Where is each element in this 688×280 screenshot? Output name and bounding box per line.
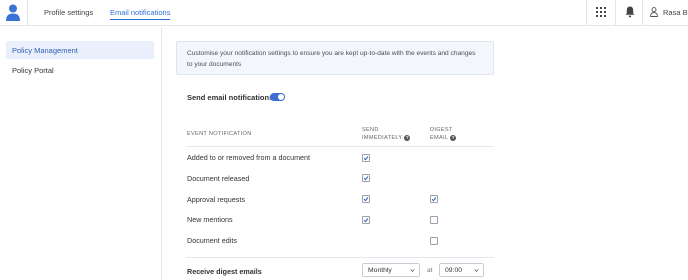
column-header-send-line1: SEND <box>362 127 379 133</box>
send-email-toggle[interactable] <box>270 93 285 101</box>
event-label: New mentions <box>187 215 233 225</box>
column-header-digest-line2: EMAIL <box>430 135 449 141</box>
column-header-send-line2: IMMEDIATELY <box>362 135 403 141</box>
digest-time-select[interactable]: 09:00 <box>439 263 484 277</box>
digest-checkbox[interactable] <box>430 236 438 245</box>
event-label: Added to or removed from a document <box>187 153 311 162</box>
digest-at-label: at <box>427 267 433 274</box>
column-header-event: EVENT NOTIFICATION <box>187 130 252 138</box>
check-icon <box>431 197 437 202</box>
send-immediately-checkbox[interactable] <box>362 195 370 204</box>
info-box: Customise your notification settings to … <box>176 41 494 75</box>
digest-frequency-select[interactable]: Monthly <box>362 263 420 277</box>
sidebar-item-label: Policy Management <box>12 46 78 55</box>
grid-icon[interactable] <box>596 7 606 17</box>
tab-email-notifications-label: Email notifications <box>110 8 171 17</box>
column-header-digest: DIGEST EMAIL? <box>430 126 457 142</box>
event-label: Document released <box>187 173 250 183</box>
info-text-line1: Customise your notification settings to … <box>187 50 476 57</box>
active-tab-underline <box>110 19 171 20</box>
send-email-label: Send email notifications <box>187 93 274 102</box>
user-logo-icon[interactable] <box>6 4 20 21</box>
column-header-event-label: EVENT NOTIFICATION <box>187 131 252 137</box>
digest-checkbox[interactable] <box>430 215 438 224</box>
toolbar-divider-1 <box>586 0 587 26</box>
send-immediately-checkbox[interactable] <box>362 153 370 162</box>
user-name[interactable]: Rasa B. <box>663 8 688 17</box>
question-icon[interactable]: ? <box>404 134 411 141</box>
sidebar-item-label: Policy Portal <box>12 66 54 75</box>
tab-profile-settings-label: Profile settings <box>44 8 94 17</box>
column-header-send: SEND IMMEDIATELY? <box>362 126 411 142</box>
question-icon[interactable]: ? <box>450 134 457 141</box>
check-icon <box>363 218 369 223</box>
digest-emails-label: Receive digest emails <box>187 267 262 276</box>
logo-divider <box>27 0 28 26</box>
digest-divider <box>186 257 494 258</box>
user-icon[interactable] <box>650 7 658 17</box>
toolbar-divider-3 <box>642 0 643 26</box>
top-bar: Profile settings Email notifications Ras… <box>0 0 688 26</box>
tab-profile-settings[interactable]: Profile settings <box>44 8 93 17</box>
info-text-line2: to your documents <box>187 61 242 68</box>
tab-email-notifications[interactable]: Email notifications <box>110 8 171 20</box>
column-header-digest-line1: DIGEST <box>430 127 453 133</box>
table-header-divider <box>186 146 494 147</box>
sidebar-item-policy-management[interactable]: Policy Management <box>6 41 154 59</box>
sidebar: Policy Management Policy Portal <box>0 27 162 280</box>
chevron-down-icon <box>474 269 479 273</box>
digest-time-value: 09:00 <box>445 267 463 274</box>
send-immediately-checkbox[interactable] <box>362 215 370 224</box>
digest-frequency-value: Monthly <box>368 267 392 274</box>
event-label: Approval requests <box>187 194 245 204</box>
check-icon <box>363 176 369 181</box>
digest-checkbox[interactable] <box>430 195 438 204</box>
sidebar-item-policy-portal[interactable]: Policy Portal <box>6 61 154 79</box>
event-label: Document edits <box>187 236 237 246</box>
send-immediately-checkbox[interactable] <box>362 174 370 183</box>
bell-icon[interactable] <box>625 6 635 18</box>
toolbar-divider-2 <box>615 0 616 26</box>
check-icon <box>363 155 369 160</box>
chevron-down-icon <box>410 269 415 273</box>
check-icon <box>363 197 369 202</box>
